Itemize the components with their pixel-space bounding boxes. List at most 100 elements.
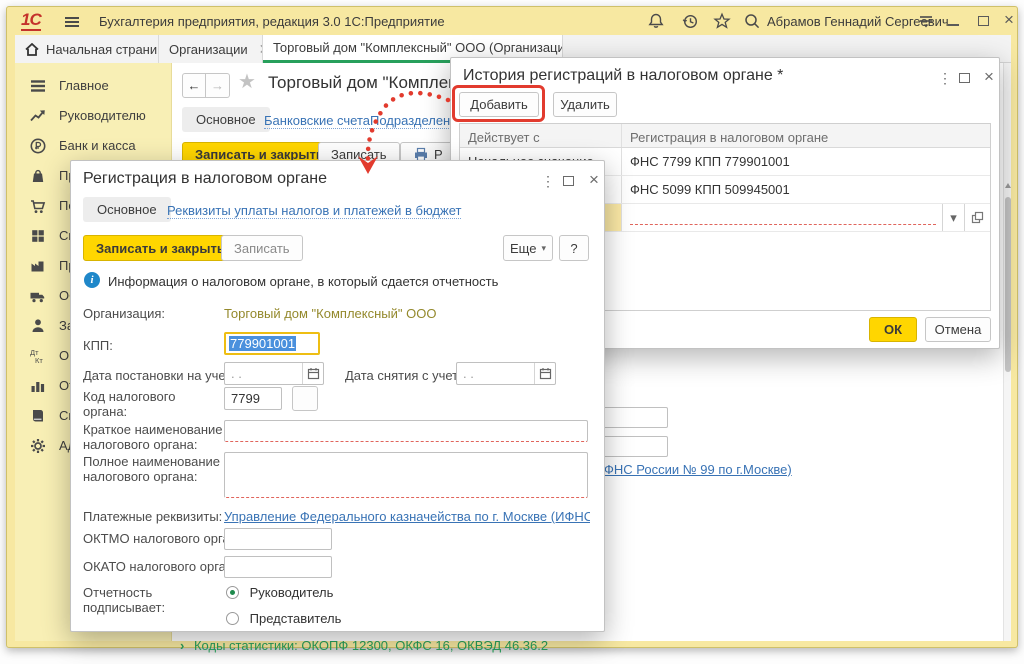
book-icon [29,407,47,425]
cancel-button[interactable]: Отмена [925,317,991,342]
date-unreg-label: Дата снятия с учета: [345,368,469,383]
boxes-grid-icon [29,227,47,245]
cart-icon [29,197,47,215]
radio-representative[interactable]: Представитель [226,611,341,626]
full-name-textarea[interactable] [224,452,588,498]
sidebar-item-bank-cash[interactable]: Банк и касса [15,135,171,159]
tab-payment-requisites[interactable]: Реквизиты уплаты налогов и платежей в бю… [167,203,461,219]
info-text: Информация о налоговом органе, в который… [108,274,498,289]
date-unreg-input[interactable]: . . [456,362,556,385]
debit-credit-icon: ДтКт [29,347,47,365]
dialog-close-button[interactable]: × [589,173,599,187]
1c-logo: 1С [21,11,41,31]
tab-label: Начальная страница [46,42,159,57]
info-icon: i [84,272,100,288]
sidebar-item-main[interactable]: Главное [15,75,171,99]
window-close-button[interactable]: × [1004,10,1014,30]
date-reg-label: Дата постановки на учет: [83,368,235,383]
fns-inspection-link[interactable]: ФНС России № 99 по г.Москве) [604,462,792,477]
org-value: Торговый дом "Комплексный" ООО [224,306,436,321]
short-name-label: Краткое наименование налогового органа: [83,422,223,452]
kpp-label: КПП: [83,338,113,353]
column-header-valid-from[interactable]: Действует с [460,124,622,147]
dropdown-button[interactable]: ▾ [942,204,964,231]
nav-link-main[interactable]: Основное [182,107,270,132]
code-input[interactable]: 7799 [224,387,282,410]
back-button[interactable]: ← [182,73,206,98]
payment-requisites-link[interactable]: Управление Федерального казначейства по … [224,509,590,524]
registration-edit-field[interactable] [630,204,936,225]
main-menu-icon[interactable] [63,13,81,31]
home-icon [25,43,39,56]
statistics-codes-row[interactable]: › Коды статистики: ОКОПФ 12300, ОКФС 16,… [180,638,548,653]
oktmo-label: ОКТМО налогового органа: [83,531,248,546]
dropdown-caret-icon: ▾ [950,210,957,226]
factory-icon [29,257,47,275]
kebab-menu-icon[interactable]: ⋮ [541,173,555,190]
radio-unselected-icon [226,612,239,625]
window-maximize-button[interactable] [978,16,989,26]
tab-main[interactable]: Основное [83,197,171,222]
signer-label: Отчетность подписывает: [83,585,203,615]
calendar-icon[interactable] [302,363,323,384]
favorite-star-icon[interactable]: ★ [238,69,256,94]
dialog-title: История регистраций в налоговом органе * [463,67,783,85]
history-icon[interactable] [681,12,699,30]
notifications-bell-icon[interactable] [647,12,665,30]
open-list-icon [971,211,984,224]
delete-button[interactable]: Удалить [553,92,617,117]
payment-label: Платежные реквизиты: [83,509,222,524]
full-name-label: Полное наименование налогового органа: [83,454,223,484]
date-reg-input[interactable]: . . [224,362,324,385]
kebab-menu-icon[interactable]: ⋮ [938,70,952,87]
search-icon[interactable] [743,12,761,30]
more-button[interactable]: Еще▾ [503,235,553,261]
dialog-close-button[interactable]: × [984,70,994,84]
kpp-selected-value: 779901001 [229,336,296,351]
dialog-maximize-button[interactable] [563,173,574,186]
scrollbar-thumb[interactable] [1005,197,1011,372]
shopping-bag-icon [29,167,47,185]
radio-head[interactable]: Руководитель [226,585,333,600]
dialog-title: Регистрация в налоговом органе [83,170,327,188]
tab-organizations[interactable]: Организации ✕ [159,35,263,63]
registration-dialog: Регистрация в налоговом органе ⋮ × Основ… [70,160,605,632]
radio-selected-icon [226,586,239,599]
favorites-star-icon[interactable] [713,12,731,30]
main-section-icon [29,77,47,95]
tab-label: Торговый дом "Комплексный" ООО (Организа… [273,40,563,55]
org-label: Организация: [83,306,165,321]
statistics-codes-text: Коды статистики: ОКОПФ 12300, ОКФС 16, О… [194,638,548,653]
oktmo-input[interactable] [224,528,332,550]
ok-button[interactable]: ОК [869,317,917,342]
dialog-maximize-button[interactable] [959,70,970,83]
tab-home[interactable]: Начальная страница [15,35,159,63]
fill-by-code-button[interactable] [292,386,318,411]
help-button[interactable]: ? [559,235,589,261]
vertical-scrollbar[interactable] [1003,63,1011,641]
annotation-arrow [340,80,470,190]
forward-button[interactable]: → [206,73,230,98]
okato-input[interactable] [224,556,332,578]
ruble-circle-icon [29,137,47,155]
column-header-registration[interactable]: Регистрация в налоговом органе [622,124,990,147]
truck-icon [29,287,47,305]
scroll-up-arrow[interactable] [1005,183,1011,188]
tab-label: Организации [169,42,248,57]
window-minimize-button[interactable] [948,24,959,26]
nav-arrows: ← → [182,73,230,98]
okato-label: ОКАТО налогового органа: [83,559,244,574]
table-header: Действует с Регистрация в налоговом орга… [460,124,990,148]
svg-text:Кт: Кт [35,356,43,365]
choose-from-list-button[interactable] [964,204,990,231]
kpp-input[interactable]: 779901001 [224,332,320,355]
save-button[interactable]: Записать [221,235,303,261]
trend-chart-icon [29,107,47,125]
service-menu-icon[interactable] [917,12,935,30]
more-caret-icon: ▾ [541,243,546,254]
save-close-button[interactable]: Записать и закрыть [83,235,238,261]
calendar-icon[interactable] [534,363,555,384]
sidebar-item-manager[interactable]: Руководителю [15,105,171,129]
bar-chart-icon [29,377,47,395]
short-name-input[interactable] [224,420,588,442]
